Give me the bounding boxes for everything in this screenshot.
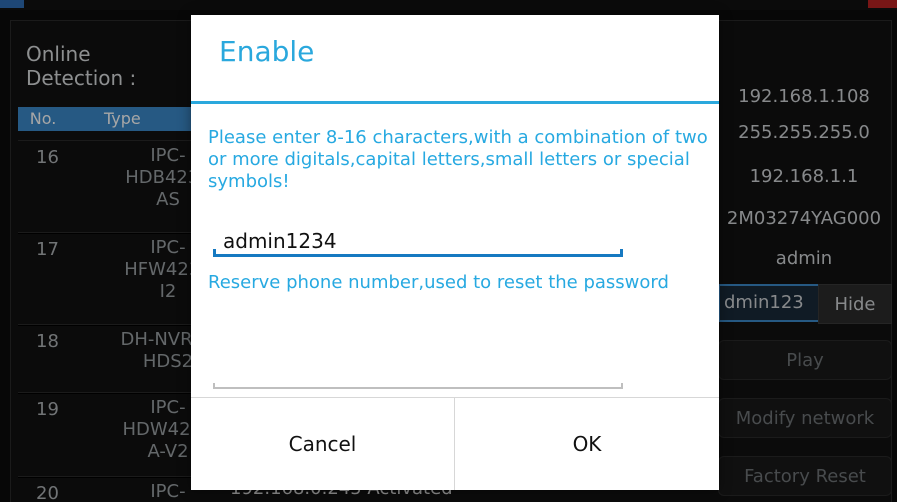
password-rules-message: Please enter 8-16 characters,with a comb… bbox=[208, 127, 708, 192]
password-input-underline bbox=[213, 254, 623, 257]
dialog-title: Enable bbox=[219, 35, 315, 68]
underline-left-tick bbox=[213, 383, 215, 389]
cancel-button[interactable]: Cancel bbox=[191, 397, 454, 490]
underline-left-tick bbox=[213, 249, 216, 257]
phone-input-underline bbox=[213, 387, 623, 389]
underline-right-tick bbox=[621, 383, 623, 389]
phone-number-input[interactable] bbox=[213, 365, 623, 395]
underline-right-tick bbox=[620, 249, 623, 257]
password-input-value: admin1234 bbox=[223, 229, 337, 253]
enable-dialog: Enable Please enter 8-16 characters,with… bbox=[191, 15, 719, 490]
title-divider bbox=[191, 101, 719, 104]
reserve-phone-hint: Reserve phone number,used to reset the p… bbox=[208, 272, 669, 293]
ok-button[interactable]: OK bbox=[455, 397, 719, 490]
password-input[interactable]: admin1234 bbox=[213, 225, 623, 263]
